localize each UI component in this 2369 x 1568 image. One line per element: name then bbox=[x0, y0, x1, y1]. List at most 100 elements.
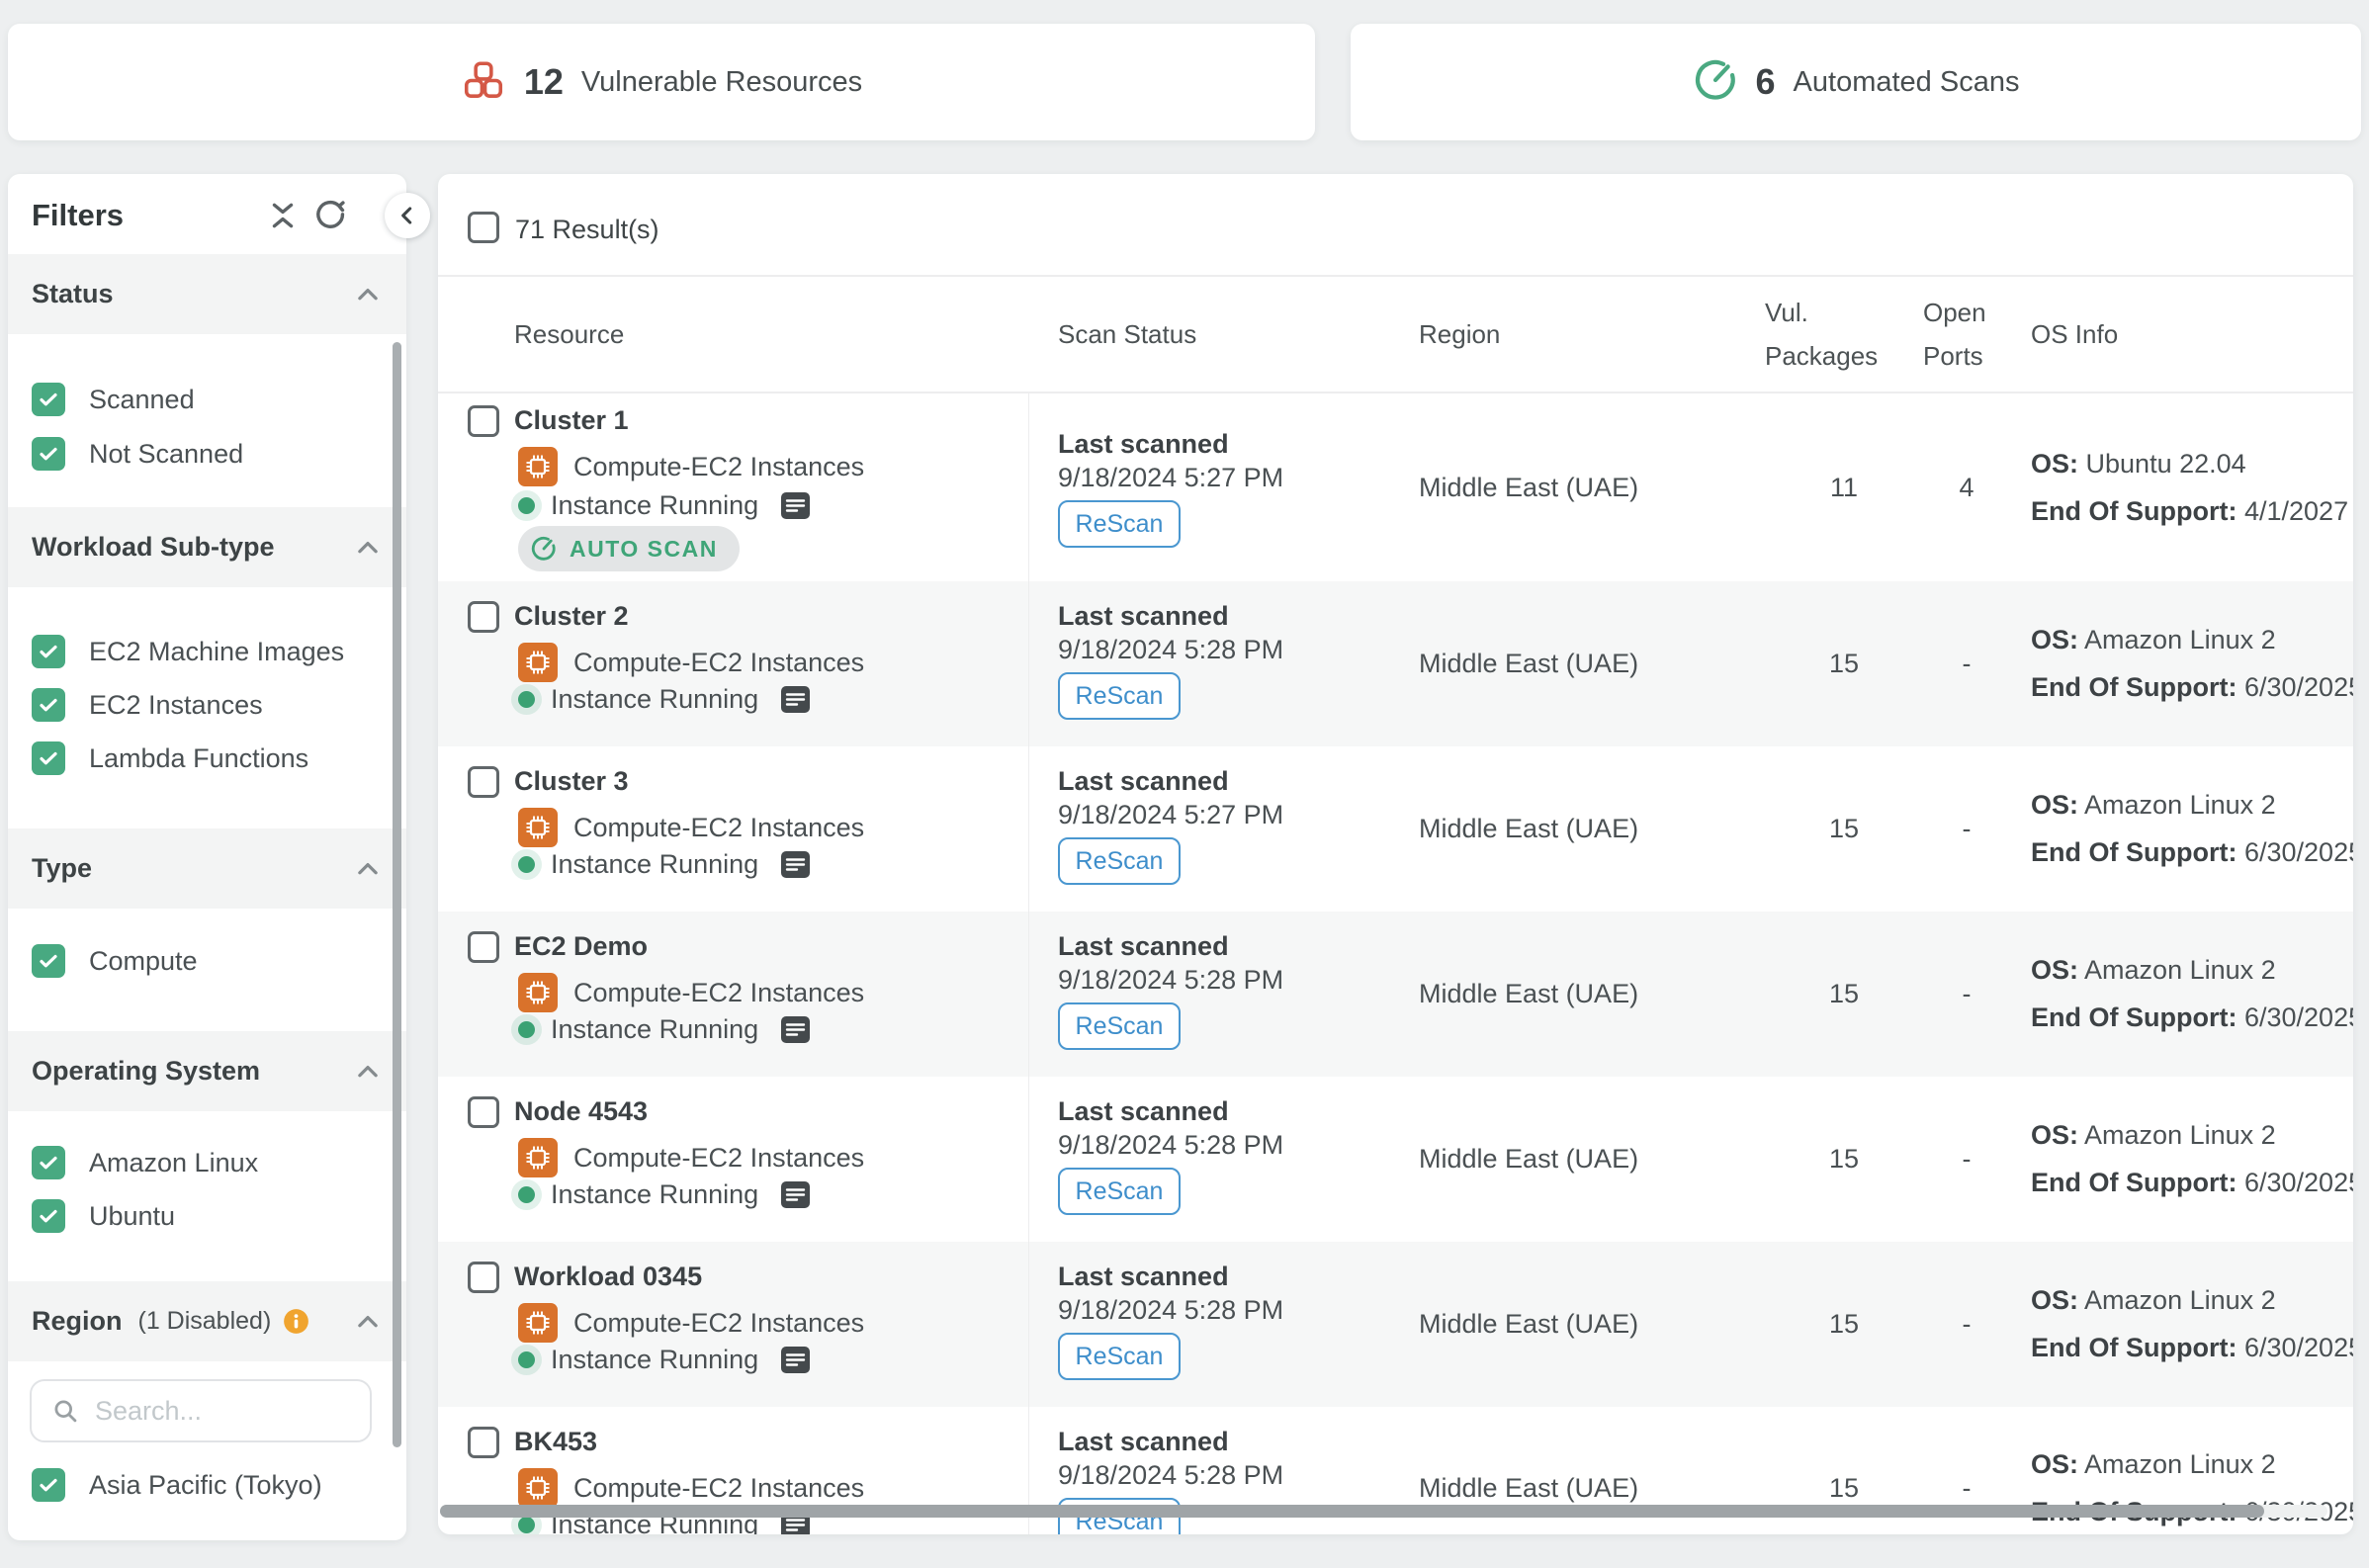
collapse-filters-panel-button[interactable] bbox=[385, 193, 430, 238]
os-value: Ubuntu 22.04 bbox=[2086, 449, 2246, 479]
os-label: OS: bbox=[2031, 955, 2078, 985]
auto-scan-label: AUTO SCAN bbox=[570, 536, 718, 563]
os-info-cell: OS: Amazon Linux 2End Of Support: 6/30/2… bbox=[2010, 1242, 2353, 1407]
row-checkbox[interactable] bbox=[468, 1262, 499, 1293]
resource-cell: Cluster 1Compute-EC2 InstancesInstance R… bbox=[514, 393, 1058, 581]
filter-section-header-workload-sub-type[interactable]: Workload Sub-type bbox=[8, 507, 406, 587]
open-ports-cell: - bbox=[1923, 912, 2010, 1077]
filter-section-header-status[interactable]: Status bbox=[8, 254, 406, 334]
end-of-support-value: 6/30/2025 bbox=[2244, 672, 2353, 702]
ec2-instance-icon bbox=[518, 973, 558, 1012]
running-status-dot bbox=[518, 1351, 535, 1368]
row-checkbox[interactable] bbox=[468, 1427, 499, 1458]
instance-details-icon[interactable] bbox=[780, 1346, 811, 1374]
resource-type-line: Compute-EC2 Instances bbox=[518, 1468, 864, 1508]
checkbox-compute[interactable] bbox=[32, 944, 65, 978]
end-of-support-label: End Of Support: bbox=[2031, 837, 2237, 867]
filters-scrollbar[interactable] bbox=[393, 342, 401, 1447]
os-info-cell: OS: Ubuntu 22.04End Of Support: 4/1/2027 bbox=[2010, 393, 2353, 581]
rescan-button[interactable]: ReScan bbox=[1058, 1002, 1181, 1050]
filter-item-lambda-functions: Lambda Functions bbox=[32, 732, 308, 785]
filter-item-label: Compute bbox=[89, 946, 198, 977]
row-checkbox[interactable] bbox=[468, 931, 499, 963]
rescan-button[interactable]: ReScan bbox=[1058, 1168, 1181, 1215]
instance-details-icon[interactable] bbox=[780, 1180, 811, 1209]
vul-packages-cell: 15 bbox=[1765, 1242, 1923, 1407]
checkbox-ubuntu[interactable] bbox=[32, 1199, 65, 1233]
instance-details-icon[interactable] bbox=[780, 1015, 811, 1044]
checkbox-ec2-machine-images[interactable] bbox=[32, 635, 65, 668]
chevron-up-icon bbox=[353, 533, 383, 563]
resource-type-line: Compute-EC2 Instances bbox=[518, 973, 864, 1012]
rescan-button[interactable]: ReScan bbox=[1058, 500, 1181, 548]
resource-name[interactable]: Workload 0345 bbox=[514, 1262, 702, 1292]
resource-name[interactable]: BK453 bbox=[514, 1427, 597, 1457]
os-label: OS: bbox=[2031, 790, 2078, 820]
instance-details-icon[interactable] bbox=[780, 685, 811, 714]
checkbox-not-scanned[interactable] bbox=[32, 437, 65, 471]
region-cell: Middle East (UAE) bbox=[1419, 1242, 1765, 1407]
filter-section-header-region[interactable]: Region(1 Disabled) bbox=[8, 1281, 406, 1361]
resource-name[interactable]: Cluster 1 bbox=[514, 405, 629, 436]
row-checkbox-cell bbox=[438, 746, 514, 912]
row-checkbox-cell bbox=[438, 393, 514, 581]
checkbox-ec2-instances[interactable] bbox=[32, 688, 65, 722]
region-cell: Middle East (UAE) bbox=[1419, 393, 1765, 581]
filter-item-ec2-machine-images: EC2 Machine Images bbox=[32, 625, 344, 678]
horizontal-scrollbar-thumb[interactable] bbox=[440, 1505, 2264, 1518]
checkbox-amazon-linux[interactable] bbox=[32, 1146, 65, 1179]
instance-details-icon[interactable] bbox=[780, 491, 811, 520]
last-scanned-date: 9/18/2024 5:28 PM bbox=[1058, 1460, 1283, 1491]
checkbox-asia-pacific-tokyo-[interactable] bbox=[32, 1468, 65, 1502]
row-checkbox[interactable] bbox=[468, 1096, 499, 1128]
resource-name[interactable]: EC2 Demo bbox=[514, 931, 648, 962]
last-scanned-date: 9/18/2024 5:28 PM bbox=[1058, 1130, 1283, 1161]
end-of-support-value: 6/30/2025 bbox=[2244, 1002, 2353, 1032]
instance-details-icon[interactable] bbox=[780, 850, 811, 879]
last-scanned-label: Last scanned bbox=[1058, 931, 1229, 962]
table-header-row: ResourceScan StatusRegionVul.PackagesOpe… bbox=[438, 277, 2353, 393]
resource-state: Instance Running bbox=[551, 1345, 758, 1375]
row-checkbox[interactable] bbox=[468, 601, 499, 633]
filter-item-ec2-instances: EC2 Instances bbox=[32, 678, 263, 732]
filter-section-header-type[interactable]: Type bbox=[8, 828, 406, 909]
resource-name[interactable]: Cluster 3 bbox=[514, 766, 629, 797]
last-scanned-label: Last scanned bbox=[1058, 429, 1229, 460]
column-header-text: OS Info bbox=[2031, 311, 2353, 357]
filter-section-label: Workload Sub-type bbox=[32, 532, 275, 563]
open-ports-cell: - bbox=[1923, 581, 2010, 746]
header-spacer bbox=[438, 277, 514, 392]
column-header-text: Open bbox=[1923, 291, 2010, 334]
resource-name[interactable]: Node 4543 bbox=[514, 1096, 648, 1127]
chevron-up-icon bbox=[353, 854, 383, 884]
checkbox-scanned[interactable] bbox=[32, 383, 65, 416]
collapse-all-sections-button[interactable] bbox=[263, 196, 303, 235]
end-of-support-line: End Of Support: 6/30/2025 bbox=[2031, 1168, 2353, 1198]
end-of-support-value: 6/30/2025 bbox=[2244, 1333, 2353, 1362]
row-checkbox-cell bbox=[438, 912, 514, 1077]
resource-state-line: Instance Running bbox=[518, 684, 811, 715]
filter-section-header-operating-system[interactable]: Operating System bbox=[8, 1031, 406, 1111]
checkbox-lambda-functions[interactable] bbox=[32, 741, 65, 775]
horizontal-scrollbar-track[interactable] bbox=[440, 1505, 2327, 1518]
filters-panel: Filters StatusScannedNot ScannedWorkload… bbox=[8, 174, 406, 1540]
results-count: 71 Result(s) bbox=[515, 215, 659, 245]
end-of-support-line: End Of Support: 6/30/2025 bbox=[2031, 837, 2353, 868]
select-all-checkbox[interactable] bbox=[468, 212, 499, 243]
scan-status-cell: Last scanned9/18/2024 5:28 PMReScan bbox=[1058, 1077, 1419, 1242]
rescan-button[interactable]: ReScan bbox=[1058, 837, 1181, 885]
auto-scan-gauge-icon bbox=[1693, 57, 1738, 108]
filter-item-label: Scanned bbox=[89, 385, 195, 415]
chevron-left-icon bbox=[395, 203, 420, 228]
rescan-button[interactable]: ReScan bbox=[1058, 1333, 1181, 1380]
rescan-button[interactable]: ReScan bbox=[1058, 672, 1181, 720]
automated-scans-count: 6 bbox=[1756, 61, 1776, 103]
reset-filters-button[interactable] bbox=[310, 196, 350, 235]
resource-name[interactable]: Cluster 2 bbox=[514, 601, 629, 632]
running-status-dot bbox=[518, 1517, 535, 1533]
region-search-input[interactable] bbox=[95, 1396, 350, 1427]
row-checkbox[interactable] bbox=[468, 405, 499, 437]
row-checkbox[interactable] bbox=[468, 766, 499, 798]
resource-type: Compute-EC2 Instances bbox=[573, 1308, 864, 1339]
end-of-support-label: End Of Support: bbox=[2031, 1333, 2237, 1362]
